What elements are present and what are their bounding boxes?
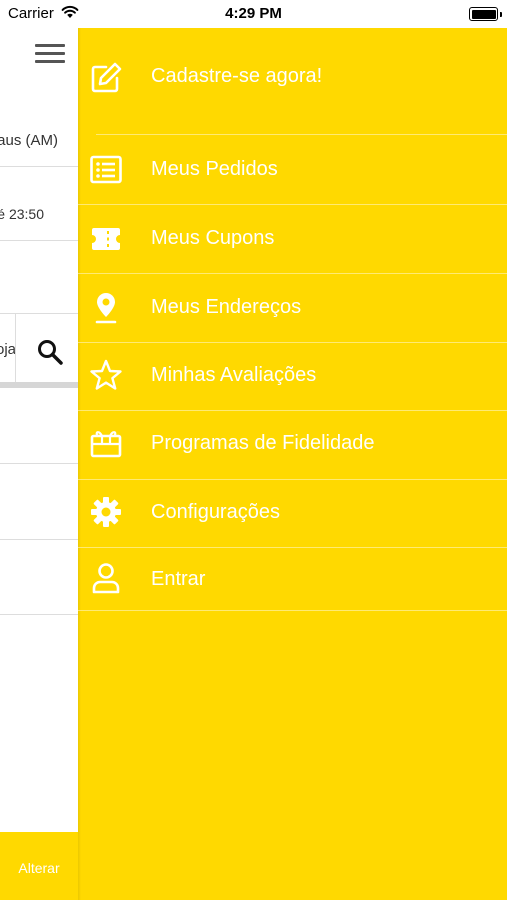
menu-item-configuracoes[interactable]: Configurações xyxy=(78,480,507,547)
divider xyxy=(96,134,507,135)
menu-item-label: Meus Cupons xyxy=(151,227,275,249)
menu-item-pedidos[interactable]: Meus Pedidos xyxy=(78,136,507,204)
menu-item-label: Cadastre-se agora! xyxy=(151,65,323,87)
divider xyxy=(0,240,78,241)
hamburger-menu-icon[interactable] xyxy=(35,44,65,66)
edit-icon xyxy=(89,61,123,95)
city-label: Manaus (AM) xyxy=(0,132,58,149)
ticket-icon xyxy=(89,222,123,256)
menu-item-label: Configurações xyxy=(151,501,280,523)
menu-item-label: Minhas Avaliações xyxy=(151,364,317,386)
menu-item-label: Programas de Fidelidade xyxy=(151,432,375,454)
divider xyxy=(0,614,78,615)
location-pin-icon xyxy=(89,291,123,325)
search-input[interactable]: Buscar produtos pela loja xyxy=(0,341,16,358)
menu-item-fidelidade[interactable]: Programas de Fidelidade xyxy=(78,411,507,479)
gear-icon xyxy=(89,495,123,529)
menu-item-label: Meus Pedidos xyxy=(151,158,278,180)
divider xyxy=(0,166,78,167)
divider xyxy=(0,313,78,314)
divider xyxy=(0,463,78,464)
menu-item-entrar[interactable]: Entrar xyxy=(78,548,507,610)
menu-item-label: Meus Endereços xyxy=(151,296,302,318)
divider xyxy=(15,314,16,382)
search-icon[interactable] xyxy=(36,338,64,366)
user-icon xyxy=(89,561,123,595)
status-bar: Carrier 4:29 PM xyxy=(0,0,507,28)
side-drawer: Cadastre-se agora! Meus Pedidos Meus Cup… xyxy=(78,28,507,900)
list-icon xyxy=(89,153,123,187)
change-store-button[interactable]: Alterar xyxy=(0,832,78,900)
star-icon xyxy=(89,358,123,392)
menu-item-cupons[interactable]: Meus Cupons xyxy=(78,205,507,273)
gift-icon xyxy=(89,426,123,460)
menu-item-enderecos[interactable]: Meus Endereços xyxy=(78,274,507,342)
background-screen: Manaus (AM) até 23:50 Buscar produtos pe… xyxy=(0,28,78,900)
menu-item-cadastre[interactable]: Cadastre-se agora! xyxy=(78,48,507,108)
status-time: 4:29 PM xyxy=(225,5,282,22)
store-hours: até 23:50 xyxy=(0,206,44,222)
menu-item-label: Entrar xyxy=(151,568,206,590)
divider xyxy=(78,610,507,611)
menu-item-avaliacoes[interactable]: Minhas Avaliações xyxy=(78,343,507,411)
divider xyxy=(0,382,78,388)
change-store-label: Alterar xyxy=(18,860,60,876)
divider xyxy=(0,539,78,540)
battery-icon xyxy=(469,7,502,21)
